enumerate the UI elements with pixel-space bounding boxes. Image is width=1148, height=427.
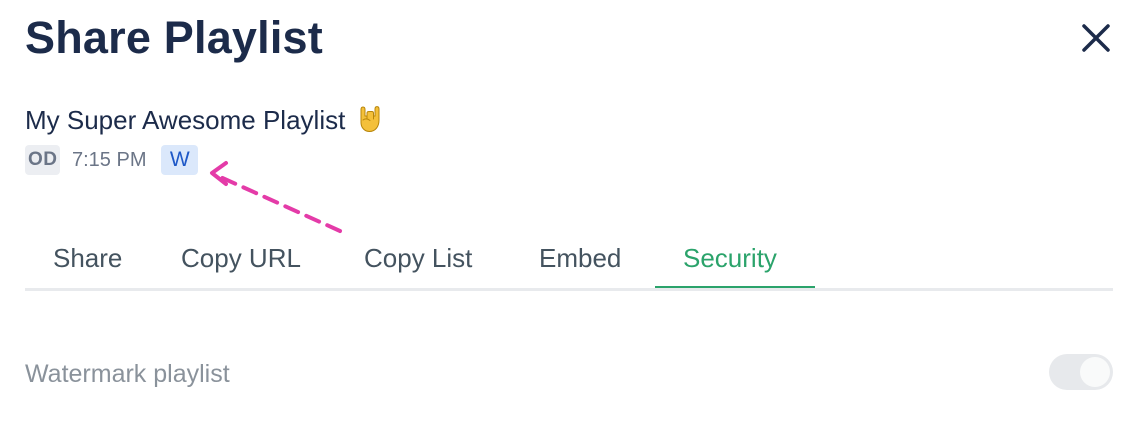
playlist-name: My Super Awesome Playlist	[25, 105, 346, 135]
tabs-divider	[25, 288, 1113, 291]
tab-bar: Share Copy URL Copy List Embed Security	[25, 234, 1113, 290]
dialog-title: Share Playlist	[25, 12, 323, 63]
toggle-knob	[1080, 357, 1110, 387]
tab-copy-list[interactable]: Copy List	[364, 234, 472, 288]
watermark-toggle[interactable]	[1049, 354, 1113, 390]
close-button[interactable]	[1078, 20, 1114, 56]
watermark-label: Watermark playlist	[25, 360, 230, 388]
tab-security[interactable]: Security	[683, 234, 777, 288]
timestamp: 7:15 PM	[72, 148, 147, 171]
tab-share[interactable]: Share	[53, 234, 122, 288]
owner-avatar: OD	[25, 145, 60, 175]
watermark-badge: W	[161, 145, 199, 175]
close-icon	[1082, 24, 1110, 52]
playlist-meta: OD 7:15 PM W	[25, 144, 199, 176]
playlist-name-row: My Super Awesome Playlist	[25, 102, 383, 138]
rock-on-hand-emoji-icon	[360, 106, 380, 133]
tab-copy-url[interactable]: Copy URL	[181, 234, 301, 288]
tab-embed[interactable]: Embed	[539, 234, 621, 288]
annotation-arrow-icon	[210, 161, 342, 233]
